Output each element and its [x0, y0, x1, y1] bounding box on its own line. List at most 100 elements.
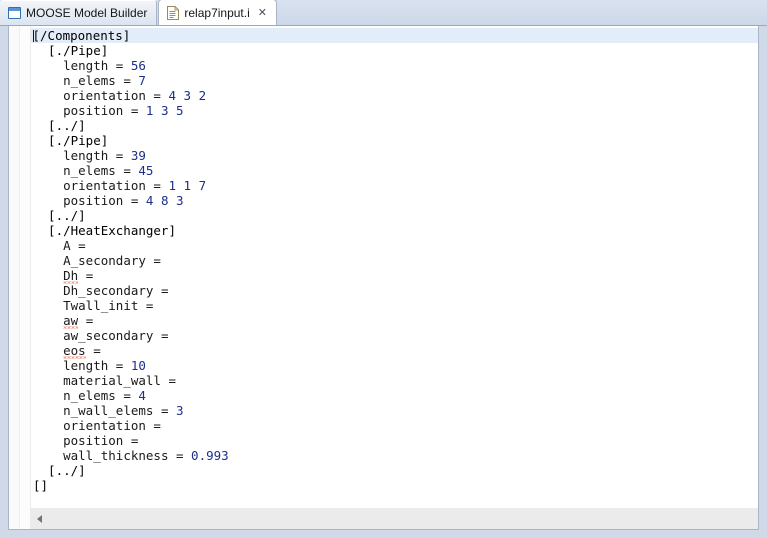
section-header-text: [] [33, 478, 49, 493]
equals-sign: = [138, 298, 154, 313]
code-line[interactable]: aw = [31, 313, 758, 329]
parameter-key-misspelled: eos [63, 343, 86, 359]
code-line[interactable]: length = 10 [31, 358, 758, 373]
equals-sign: = [85, 343, 101, 358]
code-line[interactable]: [../] [31, 208, 758, 223]
code-line[interactable]: wall_thickness = 0.993 [31, 448, 758, 463]
equals-sign: = [108, 358, 124, 373]
section-header-text: [/Components] [32, 28, 131, 43]
code-lines: [/Components] [./Pipe] length = 56 n_ele… [31, 28, 758, 493]
parameter-value: 10 [123, 358, 146, 373]
code-line[interactable]: n_elems = 4 [31, 388, 758, 403]
code-line[interactable]: [./Pipe] [31, 133, 758, 148]
editor-tab-bar: MOOSE Model Builder relap7input.i ✕ [0, 0, 767, 26]
section-header-text: [../] [33, 463, 86, 478]
scroll-left-button[interactable] [31, 508, 48, 529]
arrow-left-icon [37, 514, 42, 523]
code-line[interactable]: [./Pipe] [31, 43, 758, 58]
code-line[interactable]: [/Components] [31, 28, 758, 43]
scrollbar-track[interactable] [48, 508, 758, 529]
code-line[interactable]: length = 39 [31, 148, 758, 163]
equals-sign: = [153, 283, 169, 298]
horizontal-scrollbar[interactable] [31, 507, 758, 529]
parameter-key: length [63, 358, 109, 373]
equals-sign: = [78, 313, 94, 328]
code-line[interactable]: [../] [31, 118, 758, 133]
document-icon [167, 5, 180, 20]
equals-sign: = [123, 103, 139, 118]
equals-sign: = [153, 328, 169, 343]
close-icon[interactable]: ✕ [258, 7, 267, 18]
code-line[interactable]: orientation = 4 3 2 [31, 88, 758, 103]
parameter-key: A_secondary [63, 253, 146, 268]
tab-moose-model-builder[interactable]: MOOSE Model Builder [0, 0, 158, 25]
section-header-text: [./HeatExchanger] [33, 223, 176, 238]
code-line[interactable]: A_secondary = [31, 253, 758, 268]
code-line[interactable]: [./HeatExchanger] [31, 223, 758, 238]
code-line[interactable]: aw_secondary = [31, 328, 758, 343]
code-line[interactable]: position = [31, 433, 758, 448]
code-line[interactable]: position = 1 3 5 [31, 103, 758, 118]
parameter-key: n_elems [63, 73, 116, 88]
parameter-value: 3 [168, 403, 184, 418]
parameter-key: A [63, 238, 71, 253]
parameter-value: 45 [130, 163, 154, 178]
parameter-key: Dh_secondary [63, 283, 154, 298]
code-line[interactable]: material_wall = [31, 373, 758, 388]
equals-sign: = [123, 193, 139, 208]
section-header-text: [./Pipe] [33, 133, 109, 148]
equals-sign: = [145, 88, 161, 103]
code-line[interactable]: length = 56 [31, 58, 758, 73]
code-line[interactable]: orientation = [31, 418, 758, 433]
parameter-value: 56 [123, 58, 146, 73]
window-icon [8, 7, 21, 19]
equals-sign: = [153, 403, 169, 418]
code-line[interactable]: [] [31, 478, 758, 493]
tab-relap7input[interactable]: relap7input.i ✕ [158, 0, 277, 25]
code-line[interactable]: [../] [31, 463, 758, 478]
code-line[interactable]: position = 4 8 3 [31, 193, 758, 208]
parameter-key: length [63, 58, 109, 73]
equals-sign: = [108, 148, 124, 163]
parameter-value: 39 [123, 148, 146, 163]
equals-sign: = [160, 373, 177, 388]
parameter-key: wall_thickness [63, 448, 169, 463]
gutter-band-annotation [9, 26, 20, 529]
parameter-key: material_wall [63, 373, 161, 388]
code-line[interactable]: n_wall_elems = 3 [31, 403, 758, 418]
equals-sign: = [78, 268, 94, 283]
parameter-key: Twall_init [63, 298, 139, 313]
code-line[interactable]: n_elems = 7 [31, 73, 758, 88]
code-line[interactable]: Dh = [31, 268, 758, 284]
code-line[interactable]: eos = [31, 343, 758, 359]
gutter-band-folding [20, 26, 31, 529]
equals-sign: = [145, 253, 161, 268]
parameter-key: position [63, 433, 124, 448]
equals-sign: = [168, 448, 184, 463]
parameter-value: 1 3 5 [138, 103, 184, 118]
code-line[interactable]: n_elems = 45 [31, 163, 758, 178]
parameter-value: 7 [130, 73, 146, 88]
parameter-key: position [63, 193, 124, 208]
code-line[interactable]: Dh_secondary = [31, 283, 758, 298]
parameter-key: n_elems [63, 388, 116, 403]
code-line[interactable]: A = [31, 238, 758, 253]
text-editor: [/Components] [./Pipe] length = 56 n_ele… [8, 26, 759, 530]
equals-sign: = [115, 73, 131, 88]
parameter-key: aw_secondary [63, 328, 154, 343]
code-line[interactable]: Twall_init = [31, 298, 758, 313]
code-area[interactable]: [/Components] [./Pipe] length = 56 n_ele… [31, 26, 758, 507]
equals-sign: = [145, 178, 161, 193]
code-line[interactable]: orientation = 1 1 7 [31, 178, 758, 193]
